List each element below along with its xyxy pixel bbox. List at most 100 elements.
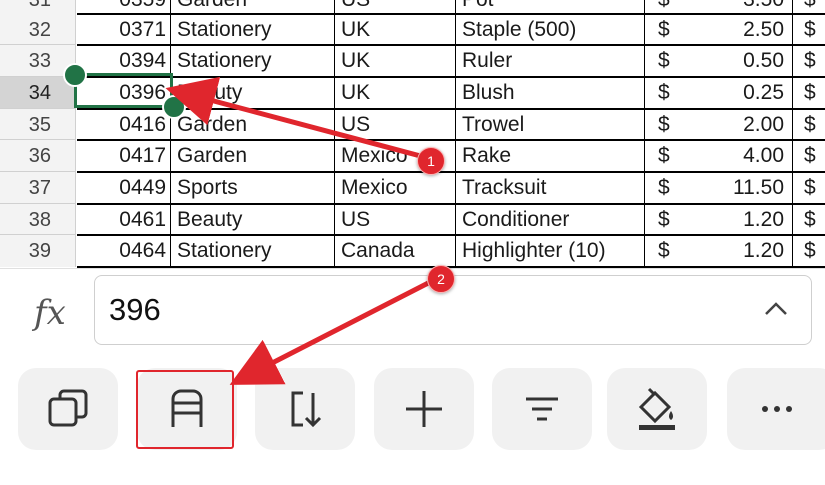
fill-color-icon	[638, 387, 675, 430]
cell-currency[interactable]: $	[646, 235, 696, 267]
cell-category[interactable]: Beauty	[172, 77, 335, 109]
cell-id[interactable]: 0417	[77, 140, 171, 172]
cell-next-column[interactable]: $	[794, 204, 825, 236]
grid-line	[77, 139, 825, 141]
cell-next-column[interactable]: $	[794, 14, 825, 46]
cell-currency[interactable]: $	[646, 109, 696, 141]
cell-country[interactable]: Canada	[336, 235, 456, 267]
table-row: 36 0417 Garden Mexico Rake $ 4.00 $	[0, 140, 825, 172]
cell-price[interactable]: 2.50	[696, 14, 793, 46]
spreadsheet-grid[interactable]: 31 0359 Garden US Pot $ 3.50 $ 32 0371 S…	[0, 0, 825, 268]
cell-next-column[interactable]: $	[794, 172, 825, 204]
cell-id[interactable]: 0416	[77, 109, 171, 141]
cell-country[interactable]: US	[336, 204, 456, 236]
insert-icon	[406, 391, 442, 427]
row-header[interactable]: 39	[0, 235, 76, 267]
row-header-divider	[0, 171, 76, 172]
sort-button[interactable]	[255, 368, 355, 450]
cell-currency[interactable]: $	[646, 172, 696, 204]
grid-line	[77, 203, 825, 205]
copy-button[interactable]	[18, 368, 118, 450]
formula-bar: fx 396	[0, 268, 825, 355]
cell-selection-box[interactable]	[74, 73, 173, 108]
cell-category[interactable]: Garden	[172, 140, 335, 172]
cell-country[interactable]: UK	[336, 14, 456, 46]
cell-next-column[interactable]: $	[794, 45, 825, 77]
grid-line	[77, 44, 825, 46]
table-row: 32 0371 Stationery UK Staple (500) $ 2.5…	[0, 14, 825, 46]
row-header-divider	[0, 44, 76, 45]
cell-price[interactable]: 4.00	[696, 140, 793, 172]
cell-category[interactable]: Stationery	[172, 45, 335, 77]
cell-id[interactable]: 0461	[77, 204, 171, 236]
cell-next-column[interactable]: $	[794, 235, 825, 267]
grid-line	[77, 76, 825, 78]
cell-currency[interactable]: $	[646, 77, 696, 109]
cell-currency[interactable]: $	[646, 204, 696, 236]
grid-line	[77, 234, 825, 236]
row-header[interactable]: 38	[0, 204, 76, 236]
cell-currency[interactable]: $	[646, 140, 696, 172]
cell-id[interactable]: 0371	[77, 14, 171, 46]
cell-product[interactable]: Staple (500)	[457, 14, 645, 46]
cell-currency[interactable]: $	[646, 45, 696, 77]
row-header[interactable]: 32	[0, 14, 76, 46]
cell-product[interactable]: Highlighter (10)	[457, 235, 645, 267]
cell-price[interactable]: 11.50	[696, 172, 793, 204]
cell-product[interactable]: Blush	[457, 77, 645, 109]
chevron-up-icon[interactable]	[763, 298, 789, 320]
cell-category[interactable]: Stationery	[172, 14, 335, 46]
filter-icon	[526, 397, 558, 421]
cell-next-column[interactable]: $	[794, 77, 825, 109]
more-icon	[762, 406, 792, 412]
fx-label: fx	[34, 293, 66, 333]
table-row: 37 0449 Sports Mexico Tracksuit $ 11.50 …	[0, 172, 825, 204]
more-button[interactable]	[727, 368, 825, 450]
cell-price[interactable]: 1.20	[696, 235, 793, 267]
table-row: 38 0461 Beauty US Conditioner $ 1.20 $	[0, 204, 825, 236]
row-header-divider	[0, 108, 76, 109]
selection-handle-bottom-right[interactable]	[162, 95, 186, 119]
cell-currency[interactable]: $	[646, 14, 696, 46]
insert-button[interactable]	[374, 368, 474, 450]
cell-category[interactable]: Garden	[172, 109, 335, 141]
cell-product[interactable]: Conditioner	[457, 204, 645, 236]
cell-country[interactable]: US	[336, 109, 456, 141]
sort-icon	[291, 391, 322, 428]
cell-next-column[interactable]: $	[794, 140, 825, 172]
row-header-divider	[0, 139, 76, 140]
row-header-divider	[0, 234, 76, 235]
filter-button[interactable]	[492, 368, 592, 450]
cell-product[interactable]: Trowel	[457, 109, 645, 141]
table-row: 39 0464 Stationery Canada Highlighter (1…	[0, 235, 825, 267]
table-row: 35 0416 Garden US Trowel $ 2.00 $	[0, 109, 825, 141]
cell-price[interactable]: 1.20	[696, 204, 793, 236]
cell-category[interactable]: Stationery	[172, 235, 335, 267]
grid-line	[77, 13, 825, 15]
formula-value: 396	[109, 292, 161, 327]
row-header-divider	[0, 203, 76, 204]
copy-icon	[48, 389, 88, 427]
grid-line	[77, 171, 825, 173]
selection-handle-top-left[interactable]	[63, 63, 87, 87]
cell-country[interactable]: Mexico	[336, 172, 456, 204]
cell-category[interactable]: Beauty	[172, 204, 335, 236]
fill-color-button[interactable]	[607, 368, 707, 450]
cell-product[interactable]: Tracksuit	[457, 172, 645, 204]
highlight-box	[136, 370, 234, 449]
row-header[interactable]: 36	[0, 140, 76, 172]
cell-next-column[interactable]: $	[794, 109, 825, 141]
row-header[interactable]: 37	[0, 172, 76, 204]
cell-country[interactable]: UK	[336, 77, 456, 109]
cell-category[interactable]: Sports	[172, 172, 335, 204]
cell-country[interactable]: UK	[336, 45, 456, 77]
cell-price[interactable]: 2.00	[696, 109, 793, 141]
bottom-toolbar	[0, 354, 825, 485]
cell-price[interactable]: 0.25	[696, 77, 793, 109]
cell-id[interactable]: 0449	[77, 172, 171, 204]
cell-price[interactable]: 0.50	[696, 45, 793, 77]
cell-product[interactable]: Rake	[457, 140, 645, 172]
cell-product[interactable]: Ruler	[457, 45, 645, 77]
cell-id[interactable]: 0464	[77, 235, 171, 267]
row-header[interactable]: 35	[0, 109, 76, 141]
